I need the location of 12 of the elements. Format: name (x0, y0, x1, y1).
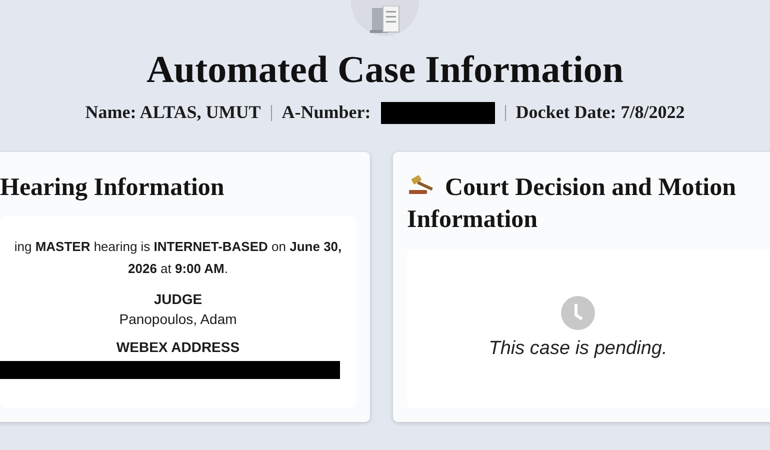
judge-label: JUDGE (154, 291, 202, 308)
name-label: Name: ALTAS, UMUT (85, 102, 261, 124)
card-title: Court Decision and Motion Information (407, 172, 737, 236)
judge-name: Panopoulos, Adam (119, 311, 237, 328)
webex-label: WEBEX ADDRESS (116, 339, 240, 356)
page-title: Automated Case Information (146, 50, 624, 92)
card-title: Hearing Information (0, 172, 226, 203)
pending-status: This case is pending. (488, 338, 668, 360)
hearing-sentence: ing MASTER hearing is INTERNET-BASED on June 30, 2026 at 9:00 AM. (13, 238, 343, 278)
a-number-label: A-Number: (282, 102, 371, 124)
clock-icon (561, 296, 595, 330)
docket-date-label: Docket Date: 7/8/2022 (516, 102, 685, 124)
